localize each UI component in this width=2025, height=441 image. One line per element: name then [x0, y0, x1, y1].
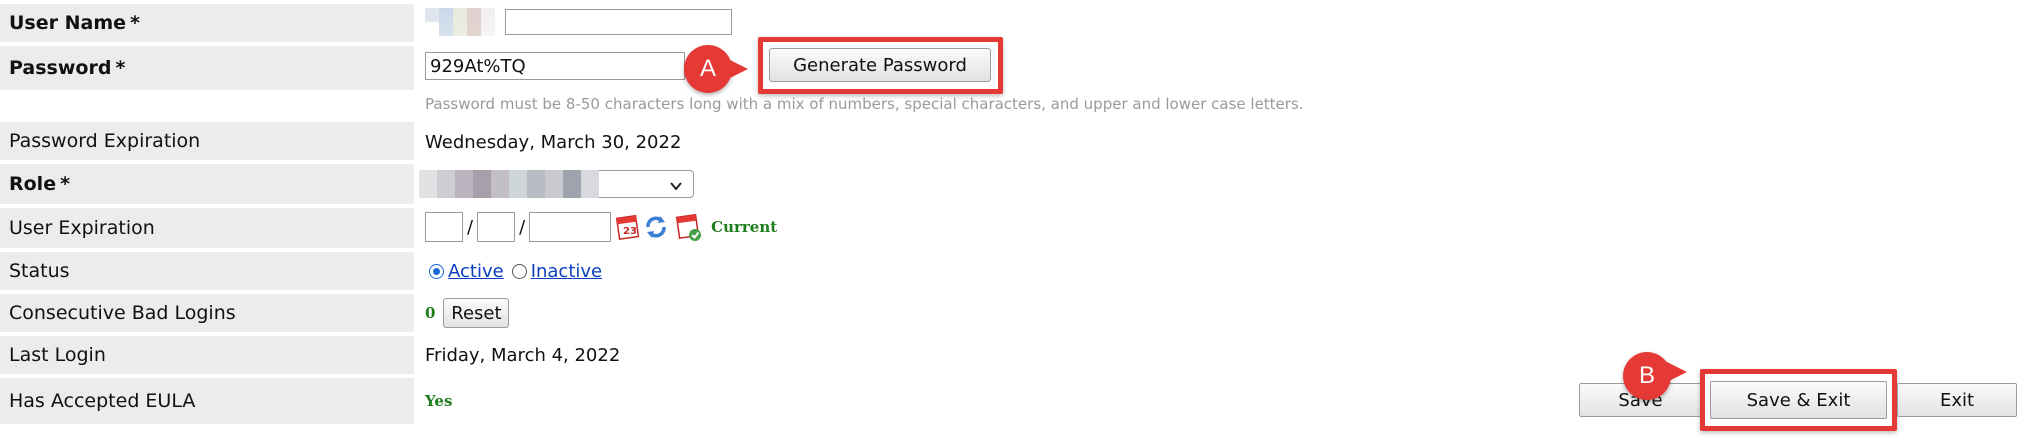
user-name-value [425, 8, 732, 36]
password-label: Password * [0, 46, 414, 90]
bad-logins-count: 0 [425, 304, 436, 322]
status-label-text: Status [9, 260, 70, 282]
last-login-label-text: Last Login [9, 344, 106, 366]
status-label: Status [0, 252, 414, 290]
generate-password-button[interactable]: Generate Password [769, 48, 991, 82]
has-accepted-eula-label-text: Has Accepted EULA [9, 390, 196, 412]
calendar-icon[interactable]: 23 [615, 212, 641, 242]
callout-b-pointer [1665, 361, 1687, 383]
required-marker: * [115, 57, 126, 79]
redacted-user-name [425, 8, 495, 36]
refresh-icon[interactable] [643, 212, 669, 242]
reset-button[interactable]: Reset [443, 298, 510, 328]
callout-a: A [684, 45, 732, 93]
redacted-role [419, 170, 599, 198]
role-select[interactable] [419, 170, 694, 198]
svg-text:23: 23 [623, 226, 637, 237]
password-label-text: Password [9, 57, 112, 79]
user-expiration-label: User Expiration [0, 208, 414, 248]
callout-b: B [1623, 352, 1671, 400]
user-expiration-value: / / 23 Current [425, 211, 777, 243]
password-input[interactable]: 929At%TQ [425, 52, 685, 80]
role-label-text: Role [9, 173, 57, 195]
required-marker: * [60, 173, 71, 195]
status-value: Active Inactive [425, 257, 602, 285]
password-expiration-label: Password Expiration [0, 122, 414, 160]
current-indicator: Current [711, 218, 778, 236]
eula-status: Yes [425, 392, 453, 410]
status-active-radio[interactable] [429, 263, 444, 279]
user-expiration-day-input[interactable] [477, 212, 516, 242]
role-label: Role * [0, 164, 414, 204]
password-hint: Password must be 8-50 characters long wi… [425, 95, 1304, 113]
save-and-exit-button[interactable]: Save & Exit [1710, 381, 1887, 419]
exit-button[interactable]: Exit [1897, 383, 2017, 417]
required-marker: * [130, 12, 140, 34]
chevron-down-icon [669, 177, 683, 198]
last-login-label: Last Login [0, 336, 414, 374]
date-separator: / [467, 216, 474, 238]
has-accepted-eula-value: Yes [425, 388, 452, 414]
status-inactive-link[interactable]: Inactive [531, 261, 602, 282]
consecutive-bad-logins-label-text: Consecutive Bad Logins [9, 302, 236, 324]
user-name-label-text: User Name [9, 12, 127, 34]
callout-b-text: B [1638, 362, 1655, 389]
password-expiration-label-text: Password Expiration [9, 130, 201, 152]
status-inactive-radio[interactable] [511, 263, 527, 279]
user-name-label: User Name * [0, 4, 414, 42]
user-expiration-label-text: User Expiration [9, 217, 155, 239]
user-expiration-month-input[interactable] [425, 212, 463, 242]
consecutive-bad-logins-label: Consecutive Bad Logins [0, 294, 414, 332]
has-accepted-eula-label: Has Accepted EULA [0, 378, 414, 424]
user-expiration-year-input[interactable] [529, 212, 612, 242]
date-separator: / [519, 216, 526, 238]
status-active-link[interactable]: Active [448, 261, 504, 282]
last-login-value: Friday, March 4, 2022 [425, 344, 621, 366]
password-expiration-value: Wednesday, March 30, 2022 [425, 131, 682, 153]
callout-a-text: A [699, 55, 716, 82]
calendar-check-icon[interactable] [675, 211, 703, 243]
consecutive-bad-logins-value: 0 Reset [425, 297, 510, 329]
user-name-input[interactable] [505, 9, 732, 35]
callout-a-pointer [726, 58, 748, 80]
